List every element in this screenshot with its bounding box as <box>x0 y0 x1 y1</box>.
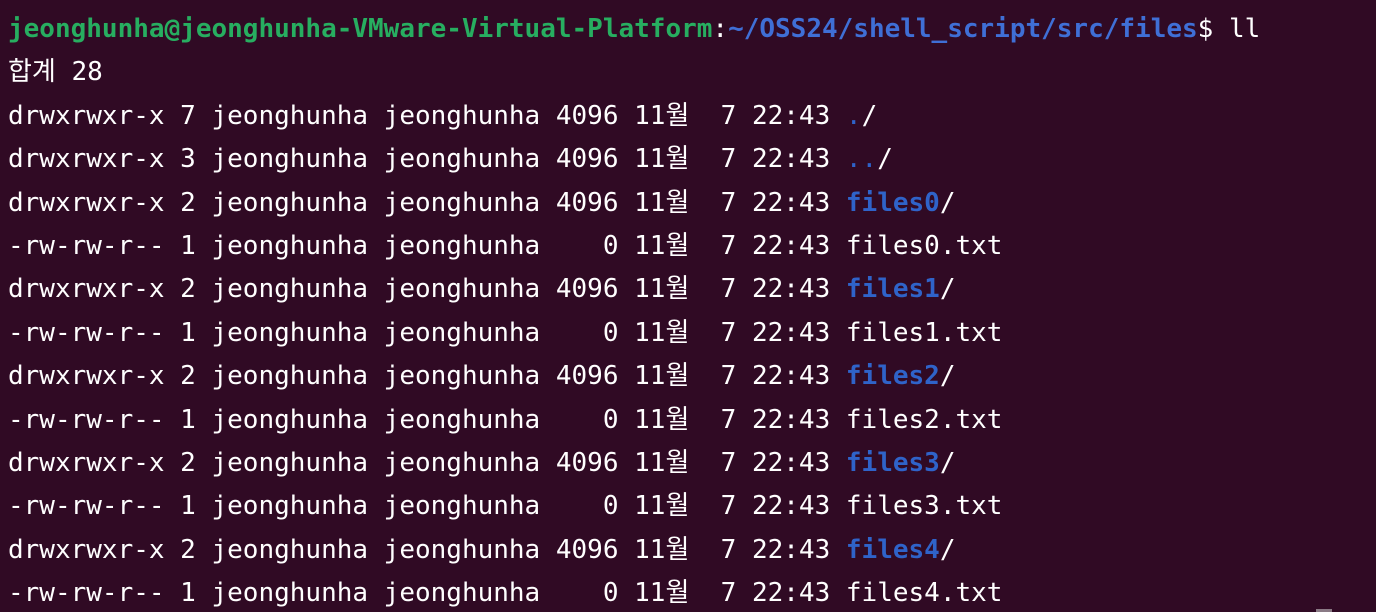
entry-metadata: drwxrwxr-x 3 jeonghunha jeonghunha 4096 … <box>8 144 846 175</box>
listing-row: drwxrwxr-x 2 jeonghunha jeonghunha 4096 … <box>8 442 1376 485</box>
listing-row: drwxrwxr-x 7 jeonghunha jeonghunha 4096 … <box>8 95 1376 138</box>
listing-row: -rw-rw-r-- 1 jeonghunha jeonghunha 0 11월… <box>8 485 1376 528</box>
entry-metadata: drwxrwxr-x 7 jeonghunha jeonghunha 4096 … <box>8 100 846 131</box>
listing-row: -rw-rw-r-- 1 jeonghunha jeonghunha 0 11월… <box>8 572 1376 612</box>
prompt-path: ~/OSS24/shell_script/src/files <box>728 14 1198 44</box>
listing-row: -rw-rw-r-- 1 jeonghunha jeonghunha 0 11월… <box>8 399 1376 442</box>
entry-metadata: drwxrwxr-x 2 jeonghunha jeonghunha 4096 … <box>8 447 846 478</box>
entry-name: .. <box>845 144 878 175</box>
prompt-user-host: jeonghunha@jeonghunha-VMware-Virtual-Pla… <box>8 14 713 44</box>
entry-suffix: / <box>939 274 956 305</box>
entry-name: files0 <box>845 187 940 218</box>
entry-suffix: / <box>939 187 956 218</box>
listing-row: -rw-rw-r-- 1 jeonghunha jeonghunha 0 11월… <box>8 312 1376 355</box>
entry-metadata: -rw-rw-r-- 1 jeonghunha jeonghunha 0 11월… <box>8 404 846 435</box>
entry-name: . <box>845 100 862 131</box>
terminal-window[interactable]: jeonghunha@jeonghunha-VMware-Virtual-Pla… <box>0 0 1376 612</box>
entry-name: files0.txt <box>845 230 1003 261</box>
entry-name: files2 <box>845 361 940 392</box>
listing-row: drwxrwxr-x 2 jeonghunha jeonghunha 4096 … <box>8 529 1376 572</box>
prompt-colon: : <box>712 14 729 44</box>
entry-metadata: drwxrwxr-x 2 jeonghunha jeonghunha 4096 … <box>8 361 846 392</box>
entry-suffix: / <box>877 144 893 175</box>
listing-row: drwxrwxr-x 3 jeonghunha jeonghunha 4096 … <box>8 138 1376 181</box>
entry-metadata: drwxrwxr-x 2 jeonghunha jeonghunha 4096 … <box>8 274 846 305</box>
entry-name: files1.txt <box>845 317 1003 348</box>
prompt-line: jeonghunha@jeonghunha-VMware-Virtual-Pla… <box>8 8 1376 51</box>
entry-suffix: / <box>939 534 956 565</box>
entry-metadata: drwxrwxr-x 2 jeonghunha jeonghunha 4096 … <box>8 187 846 218</box>
entry-name: files1 <box>845 274 940 305</box>
command-text: ll <box>1213 14 1261 44</box>
entry-name: files3.txt <box>845 491 1003 522</box>
entry-metadata: -rw-rw-r-- 1 jeonghunha jeonghunha 0 11월… <box>8 230 846 261</box>
listing-output: drwxrwxr-x 7 jeonghunha jeonghunha 4096 … <box>8 95 1376 612</box>
prompt-dollar: $ <box>1197 14 1214 44</box>
entry-metadata: -rw-rw-r-- 1 jeonghunha jeonghunha 0 11월… <box>8 491 846 522</box>
entry-metadata: drwxrwxr-x 2 jeonghunha jeonghunha 4096 … <box>8 534 846 565</box>
entry-metadata: -rw-rw-r-- 1 jeonghunha jeonghunha 0 11월… <box>8 317 846 348</box>
entry-suffix: / <box>939 447 956 478</box>
entry-suffix: / <box>939 361 956 392</box>
entry-suffix: / <box>861 100 878 131</box>
entry-name: files4.txt <box>845 578 1003 609</box>
entry-name: files2.txt <box>845 404 1003 435</box>
listing-row: drwxrwxr-x 2 jeonghunha jeonghunha 4096 … <box>8 268 1376 311</box>
entry-name: files3 <box>845 447 940 478</box>
listing-row: -rw-rw-r-- 1 jeonghunha jeonghunha 0 11월… <box>8 225 1376 268</box>
listing-row: drwxrwxr-x 2 jeonghunha jeonghunha 4096 … <box>8 182 1376 225</box>
total-line: 합계 28 <box>8 57 103 88</box>
listing-row: drwxrwxr-x 2 jeonghunha jeonghunha 4096 … <box>8 355 1376 398</box>
entry-metadata: -rw-rw-r-- 1 jeonghunha jeonghunha 0 11월… <box>8 578 846 609</box>
entry-name: files4 <box>845 534 940 565</box>
